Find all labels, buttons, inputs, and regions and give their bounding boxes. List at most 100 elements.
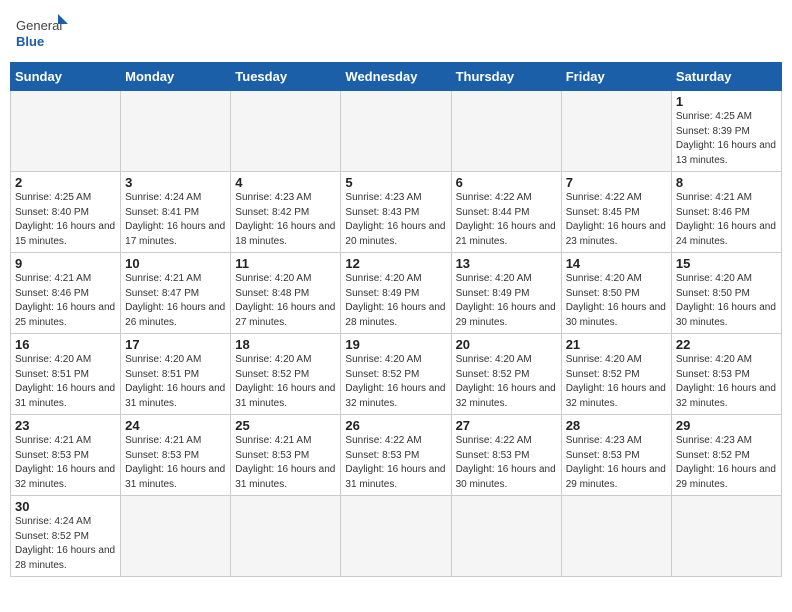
day-number: 30 [15, 499, 116, 514]
calendar-cell: 8Sunrise: 4:21 AM Sunset: 8:46 PM Daylig… [671, 172, 781, 253]
calendar-week-row: 30Sunrise: 4:24 AM Sunset: 8:52 PM Dayli… [11, 496, 782, 577]
calendar-cell: 12Sunrise: 4:20 AM Sunset: 8:49 PM Dayli… [341, 253, 451, 334]
day-info: Sunrise: 4:20 AM Sunset: 8:51 PM Dayligh… [125, 353, 226, 411]
calendar-cell: 3Sunrise: 4:24 AM Sunset: 8:41 PM Daylig… [121, 172, 231, 253]
day-number: 1 [676, 94, 777, 109]
day-info: Sunrise: 4:21 AM Sunset: 8:53 PM Dayligh… [15, 434, 116, 492]
calendar-cell: 1Sunrise: 4:25 AM Sunset: 8:39 PM Daylig… [671, 91, 781, 172]
calendar-cell: 4Sunrise: 4:23 AM Sunset: 8:42 PM Daylig… [231, 172, 341, 253]
calendar-cell: 18Sunrise: 4:20 AM Sunset: 8:52 PM Dayli… [231, 334, 341, 415]
day-info: Sunrise: 4:23 AM Sunset: 8:53 PM Dayligh… [566, 434, 667, 492]
calendar-cell: 29Sunrise: 4:23 AM Sunset: 8:52 PM Dayli… [671, 415, 781, 496]
calendar-cell: 5Sunrise: 4:23 AM Sunset: 8:43 PM Daylig… [341, 172, 451, 253]
day-number: 11 [235, 256, 336, 271]
calendar-cell [561, 496, 671, 577]
day-number: 10 [125, 256, 226, 271]
calendar-cell: 27Sunrise: 4:22 AM Sunset: 8:53 PM Dayli… [451, 415, 561, 496]
day-number: 20 [456, 337, 557, 352]
page-header: General Blue [10, 10, 782, 58]
calendar-cell [341, 91, 451, 172]
day-header-friday: Friday [561, 63, 671, 91]
calendar-cell: 7Sunrise: 4:22 AM Sunset: 8:45 PM Daylig… [561, 172, 671, 253]
calendar-cell: 25Sunrise: 4:21 AM Sunset: 8:53 PM Dayli… [231, 415, 341, 496]
calendar-cell [451, 91, 561, 172]
day-info: Sunrise: 4:20 AM Sunset: 8:52 PM Dayligh… [456, 353, 557, 411]
day-info: Sunrise: 4:20 AM Sunset: 8:48 PM Dayligh… [235, 272, 336, 330]
calendar-cell [231, 91, 341, 172]
day-number: 9 [15, 256, 116, 271]
day-info: Sunrise: 4:22 AM Sunset: 8:44 PM Dayligh… [456, 191, 557, 249]
calendar-cell [561, 91, 671, 172]
calendar-cell: 2Sunrise: 4:25 AM Sunset: 8:40 PM Daylig… [11, 172, 121, 253]
day-number: 4 [235, 175, 336, 190]
calendar-header-row: SundayMondayTuesdayWednesdayThursdayFrid… [11, 63, 782, 91]
day-header-saturday: Saturday [671, 63, 781, 91]
calendar-week-row: 2Sunrise: 4:25 AM Sunset: 8:40 PM Daylig… [11, 172, 782, 253]
day-info: Sunrise: 4:24 AM Sunset: 8:52 PM Dayligh… [15, 515, 116, 573]
day-info: Sunrise: 4:20 AM Sunset: 8:49 PM Dayligh… [456, 272, 557, 330]
calendar-cell: 13Sunrise: 4:20 AM Sunset: 8:49 PM Dayli… [451, 253, 561, 334]
day-info: Sunrise: 4:22 AM Sunset: 8:53 PM Dayligh… [345, 434, 446, 492]
day-info: Sunrise: 4:20 AM Sunset: 8:50 PM Dayligh… [566, 272, 667, 330]
day-info: Sunrise: 4:20 AM Sunset: 8:50 PM Dayligh… [676, 272, 777, 330]
day-info: Sunrise: 4:23 AM Sunset: 8:42 PM Dayligh… [235, 191, 336, 249]
day-number: 7 [566, 175, 667, 190]
calendar-cell: 11Sunrise: 4:20 AM Sunset: 8:48 PM Dayli… [231, 253, 341, 334]
day-header-monday: Monday [121, 63, 231, 91]
calendar-cell: 26Sunrise: 4:22 AM Sunset: 8:53 PM Dayli… [341, 415, 451, 496]
calendar-week-row: 16Sunrise: 4:20 AM Sunset: 8:51 PM Dayli… [11, 334, 782, 415]
calendar-cell: 16Sunrise: 4:20 AM Sunset: 8:51 PM Dayli… [11, 334, 121, 415]
day-number: 29 [676, 418, 777, 433]
calendar-cell: 9Sunrise: 4:21 AM Sunset: 8:46 PM Daylig… [11, 253, 121, 334]
calendar-cell [121, 91, 231, 172]
day-number: 21 [566, 337, 667, 352]
day-info: Sunrise: 4:20 AM Sunset: 8:52 PM Dayligh… [566, 353, 667, 411]
day-info: Sunrise: 4:20 AM Sunset: 8:53 PM Dayligh… [676, 353, 777, 411]
day-info: Sunrise: 4:20 AM Sunset: 8:52 PM Dayligh… [345, 353, 446, 411]
calendar-cell [671, 496, 781, 577]
day-info: Sunrise: 4:23 AM Sunset: 8:43 PM Dayligh… [345, 191, 446, 249]
day-number: 18 [235, 337, 336, 352]
day-number: 13 [456, 256, 557, 271]
calendar-cell: 10Sunrise: 4:21 AM Sunset: 8:47 PM Dayli… [121, 253, 231, 334]
calendar-cell: 21Sunrise: 4:20 AM Sunset: 8:52 PM Dayli… [561, 334, 671, 415]
calendar-cell: 19Sunrise: 4:20 AM Sunset: 8:52 PM Dayli… [341, 334, 451, 415]
logo: General Blue [16, 14, 68, 54]
day-number: 14 [566, 256, 667, 271]
day-header-sunday: Sunday [11, 63, 121, 91]
day-info: Sunrise: 4:22 AM Sunset: 8:53 PM Dayligh… [456, 434, 557, 492]
day-header-wednesday: Wednesday [341, 63, 451, 91]
svg-text:General: General [16, 18, 62, 33]
day-number: 2 [15, 175, 116, 190]
day-number: 17 [125, 337, 226, 352]
calendar-week-row: 9Sunrise: 4:21 AM Sunset: 8:46 PM Daylig… [11, 253, 782, 334]
day-number: 6 [456, 175, 557, 190]
day-number: 25 [235, 418, 336, 433]
day-number: 15 [676, 256, 777, 271]
day-info: Sunrise: 4:21 AM Sunset: 8:53 PM Dayligh… [235, 434, 336, 492]
day-number: 3 [125, 175, 226, 190]
calendar-week-row: 23Sunrise: 4:21 AM Sunset: 8:53 PM Dayli… [11, 415, 782, 496]
calendar-cell [341, 496, 451, 577]
calendar-week-row: 1Sunrise: 4:25 AM Sunset: 8:39 PM Daylig… [11, 91, 782, 172]
calendar-cell: 30Sunrise: 4:24 AM Sunset: 8:52 PM Dayli… [11, 496, 121, 577]
day-number: 12 [345, 256, 446, 271]
day-header-tuesday: Tuesday [231, 63, 341, 91]
day-info: Sunrise: 4:20 AM Sunset: 8:49 PM Dayligh… [345, 272, 446, 330]
day-info: Sunrise: 4:20 AM Sunset: 8:52 PM Dayligh… [235, 353, 336, 411]
day-header-thursday: Thursday [451, 63, 561, 91]
calendar-cell [231, 496, 341, 577]
day-info: Sunrise: 4:23 AM Sunset: 8:52 PM Dayligh… [676, 434, 777, 492]
calendar-cell [11, 91, 121, 172]
calendar-cell [121, 496, 231, 577]
calendar-cell: 6Sunrise: 4:22 AM Sunset: 8:44 PM Daylig… [451, 172, 561, 253]
day-info: Sunrise: 4:25 AM Sunset: 8:40 PM Dayligh… [15, 191, 116, 249]
day-info: Sunrise: 4:21 AM Sunset: 8:46 PM Dayligh… [676, 191, 777, 249]
day-number: 22 [676, 337, 777, 352]
day-info: Sunrise: 4:20 AM Sunset: 8:51 PM Dayligh… [15, 353, 116, 411]
day-number: 16 [15, 337, 116, 352]
generalblue-logo-svg: General Blue [16, 14, 68, 54]
day-info: Sunrise: 4:21 AM Sunset: 8:46 PM Dayligh… [15, 272, 116, 330]
calendar-cell: 23Sunrise: 4:21 AM Sunset: 8:53 PM Dayli… [11, 415, 121, 496]
day-number: 24 [125, 418, 226, 433]
